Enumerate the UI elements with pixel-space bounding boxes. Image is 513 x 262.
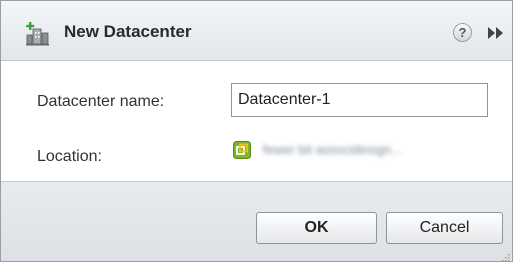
new-datacenter-dialog: New Datacenter ? Datacenter name: Locati… — [0, 0, 513, 262]
location-value: fewer bit associdesign... — [263, 142, 402, 157]
location-label: Location: — [37, 148, 102, 165]
help-icon[interactable]: ? — [453, 23, 472, 42]
resize-grip-icon[interactable] — [500, 249, 510, 261]
dialog-footer: OK Cancel — [1, 181, 512, 261]
datacenter-name-input[interactable] — [231, 83, 488, 117]
ok-button[interactable]: OK — [256, 212, 377, 244]
dialog-content: Datacenter name: Location: fewer bit ass… — [1, 61, 512, 181]
datacenter-add-icon — [25, 21, 50, 46]
cancel-button[interactable]: Cancel — [386, 212, 503, 244]
dialog-title: New Datacenter — [64, 22, 192, 41]
dialog-titlebar[interactable]: New Datacenter ? — [1, 1, 512, 61]
fast-forward-icon[interactable] — [487, 26, 511, 40]
vcenter-icon — [233, 141, 251, 159]
datacenter-name-label: Datacenter name: — [37, 93, 165, 110]
